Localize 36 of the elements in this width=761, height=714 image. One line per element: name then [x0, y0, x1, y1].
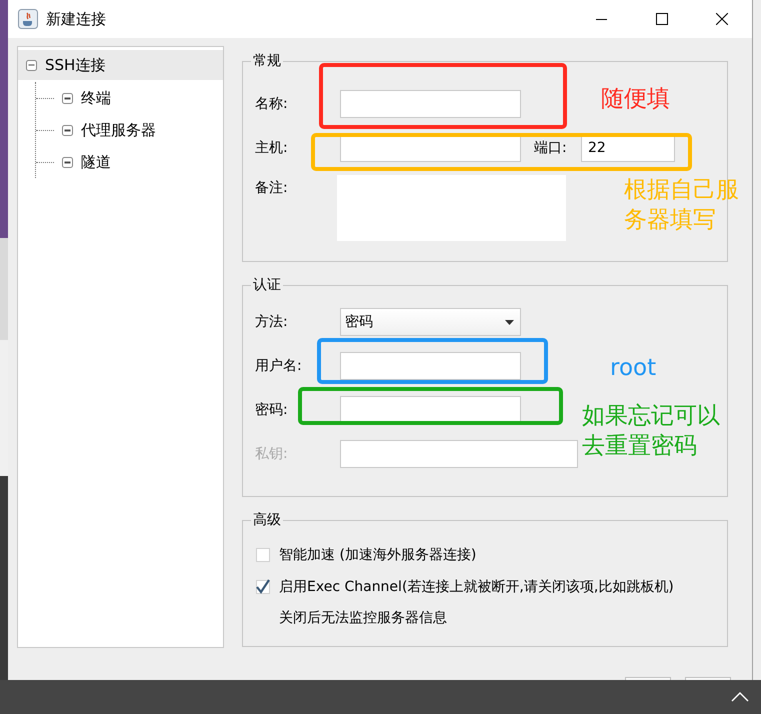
field-label: 方法: — [255, 313, 289, 331]
tree-item[interactable]: 代理服务器 — [36, 114, 223, 146]
chevron-up-icon[interactable] — [731, 692, 749, 702]
field-label: 用户名: — [255, 357, 303, 375]
maximize-icon[interactable] — [656, 13, 668, 25]
checkbox[interactable] — [255, 579, 271, 595]
username-field[interactable] — [340, 352, 521, 380]
close-icon[interactable] — [716, 13, 728, 25]
caret-icon — [505, 320, 514, 324]
option-label: 启用Exec Channel(若连接上就被断开,请关闭该项,比如跳板机) — [279, 578, 674, 596]
annotation-text: 随便填 — [601, 85, 670, 114]
field-label: 端口: — [534, 139, 568, 157]
tree-item[interactable]: SSH连接 — [18, 50, 223, 80]
field-label: 密码: — [255, 401, 289, 419]
window-title: 新建连接 — [46, 10, 106, 28]
field-label: 私钥: — [255, 445, 289, 463]
group-title: 高级 — [252, 511, 282, 529]
app-icon — [18, 9, 38, 29]
collapse-icon[interactable] — [26, 60, 37, 70]
annotation-text: 如果忘记可以 去重置密码 — [582, 402, 720, 461]
field-label: 备注: — [255, 179, 289, 197]
annotation-text: root — [610, 354, 656, 383]
method-dropdown[interactable]: 密码 — [340, 308, 521, 336]
collapse-icon[interactable] — [62, 92, 73, 104]
group-title: 认证 — [252, 276, 282, 294]
annotation-text: 根据自己服 务器填写 — [624, 176, 739, 235]
collapse-icon[interactable] — [62, 124, 73, 136]
field-label: 主机: — [255, 139, 289, 157]
field-label: 名称: — [255, 95, 289, 113]
option-label: 智能加速 (加速海外服务器连接) — [279, 546, 476, 564]
name-field[interactable] — [340, 90, 521, 118]
tree-item[interactable]: 终端 — [36, 82, 223, 114]
group-title: 常规 — [252, 52, 282, 70]
option-note: 关闭后无法监控服务器信息 — [279, 609, 448, 628]
tree-item[interactable]: 隧道 — [36, 146, 223, 178]
collapse-icon[interactable] — [62, 156, 73, 168]
